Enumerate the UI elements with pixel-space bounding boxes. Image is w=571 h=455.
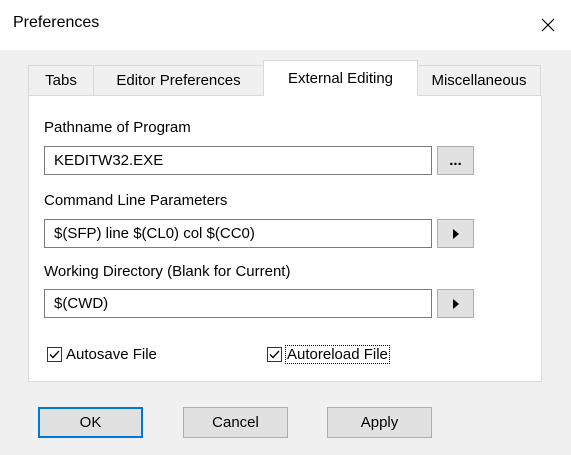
tab-editor-preferences[interactable]: Editor Preferences xyxy=(93,65,264,95)
tab-label: Editor Preferences xyxy=(116,72,241,89)
tab-external-editing[interactable]: External Editing xyxy=(263,60,418,96)
program-path-input[interactable] xyxy=(44,146,432,175)
command-params-input[interactable] xyxy=(44,219,432,248)
preferences-dialog: Preferences Tabs Editor Preferences Exte… xyxy=(0,0,571,455)
browse-button[interactable]: ... xyxy=(437,146,474,175)
apply-button[interactable]: Apply xyxy=(327,407,432,438)
window-title: Preferences xyxy=(13,14,100,31)
ok-button[interactable]: OK xyxy=(38,407,143,438)
tab-label: External Editing xyxy=(287,70,394,87)
autosave-label: Autosave File xyxy=(66,345,157,363)
triangle-right-icon xyxy=(452,298,459,309)
close-icon xyxy=(541,18,555,32)
tab-label: Tabs xyxy=(45,72,77,89)
working-dir-input[interactable] xyxy=(44,289,432,318)
tab-tabs[interactable]: Tabs xyxy=(28,65,94,95)
cancel-button[interactable]: Cancel xyxy=(183,407,288,438)
checkmark-icon xyxy=(49,350,60,358)
autosave-check-box[interactable] xyxy=(47,346,62,362)
program-path-label: Pathname of Program xyxy=(44,119,191,136)
autoreload-check-box[interactable] xyxy=(267,346,282,362)
command-params-label: Command Line Parameters xyxy=(44,192,228,209)
autoreload-checkbox[interactable]: Autoreload File xyxy=(267,343,390,365)
title-bar: Preferences xyxy=(0,0,571,50)
params-menu-button[interactable] xyxy=(437,219,474,248)
ok-button-label: OK xyxy=(79,414,102,431)
workdir-menu-button[interactable] xyxy=(437,289,474,318)
tab-label: Miscellaneous xyxy=(431,72,527,89)
autosave-checkbox[interactable]: Autosave File xyxy=(47,343,157,365)
checkmark-icon xyxy=(269,350,280,358)
cancel-button-label: Cancel xyxy=(212,414,259,431)
apply-button-label: Apply xyxy=(360,414,399,431)
tab-miscellaneous[interactable]: Miscellaneous xyxy=(417,65,541,95)
autoreload-label: Autoreload File xyxy=(285,344,390,364)
triangle-right-icon xyxy=(452,228,459,239)
close-button[interactable] xyxy=(525,0,571,50)
working-dir-label: Working Directory (Blank for Current) xyxy=(44,263,291,280)
ellipsis-icon: ... xyxy=(449,152,462,169)
